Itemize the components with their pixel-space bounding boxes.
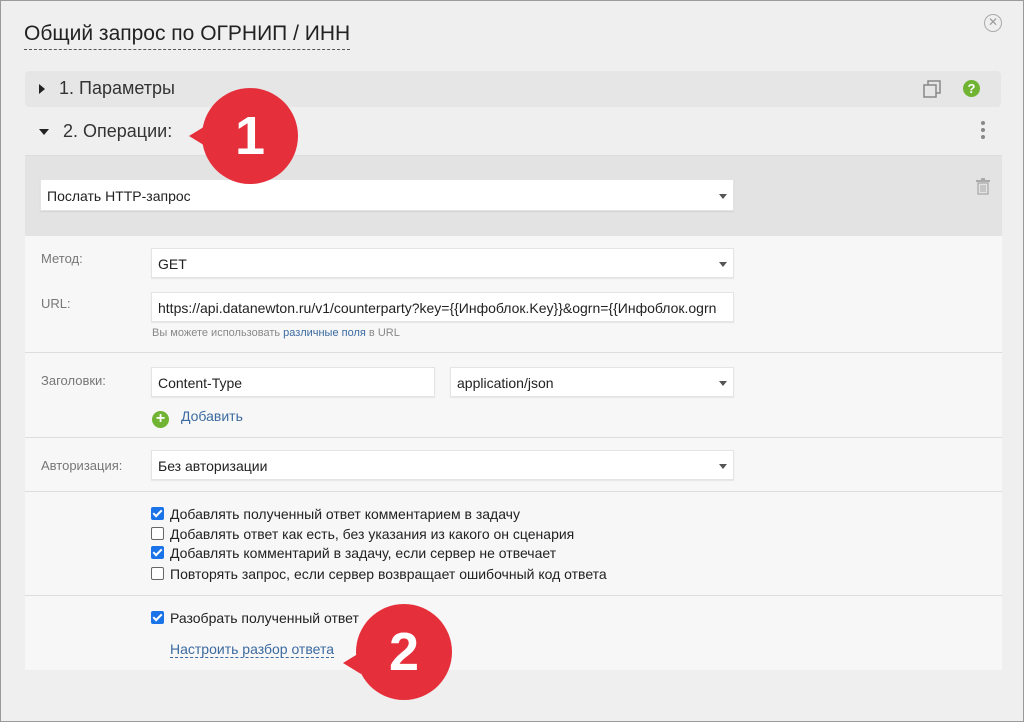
header-name-input[interactable]: Content-Type: [151, 367, 435, 397]
section-params-label: 1. Параметры: [59, 78, 175, 98]
checkbox-icon[interactable]: [151, 527, 164, 540]
operation-header: Послать HTTP-запрос: [25, 156, 1002, 236]
option-comment-on-no-response[interactable]: Добавлять комментарий в задачу, если сер…: [151, 545, 556, 561]
section-operations-header[interactable]: 2. Операции:: [39, 121, 172, 142]
add-header-label: Добавить: [181, 408, 243, 424]
parse-response-label: Разобрать полученный ответ: [170, 610, 359, 626]
fields-link[interactable]: различные поля: [283, 327, 366, 339]
option-label: Добавлять полученный ответ комментарием …: [170, 506, 520, 522]
checkbox-checked-icon[interactable]: [151, 507, 164, 520]
caret-down-icon: [39, 129, 49, 136]
copy-icon[interactable]: [923, 80, 941, 98]
option-add-raw-response[interactable]: Добавлять ответ как есть, без указания и…: [151, 526, 574, 542]
help-icon[interactable]: ?: [963, 80, 980, 97]
auth-select[interactable]: Без авторизации: [151, 450, 734, 480]
add-header-button[interactable]: + Добавить: [152, 408, 243, 428]
chevron-down-icon: [719, 194, 727, 199]
chevron-down-icon: [719, 381, 727, 386]
operation-type-value: Послать HTTP-запрос: [47, 188, 191, 204]
option-parse-response[interactable]: Разобрать полученный ответ: [151, 610, 359, 626]
annotation-marker-2: 2: [343, 604, 452, 700]
divider: [25, 491, 1002, 492]
section-params[interactable]: 1. Параметры ?: [25, 71, 1001, 107]
option-label: Добавлять комментарий в задачу, если сер…: [170, 545, 557, 561]
header-value-select[interactable]: application/json: [450, 367, 734, 397]
divider: [25, 595, 1002, 596]
dialog: Общий запрос по ОГРНИП / ИНН ✕ 1. Параме…: [0, 0, 1024, 722]
section-operations[interactable]: 2. Операции:: [25, 113, 1001, 155]
checkbox-icon[interactable]: [151, 567, 164, 580]
trash-icon[interactable]: [975, 178, 991, 195]
checkbox-checked-icon[interactable]: [151, 546, 164, 559]
auth-label: Авторизация:: [41, 458, 123, 473]
url-input[interactable]: https://api.datanewton.ru/v1/counterpart…: [151, 292, 734, 322]
method-select[interactable]: GET: [151, 248, 734, 278]
url-hint: Вы можете использовать различные поля в …: [152, 327, 400, 339]
method-value: GET: [158, 256, 187, 272]
url-hint-prefix: Вы можете использовать: [152, 327, 281, 339]
header-value-value: application/json: [457, 375, 554, 391]
dialog-title[interactable]: Общий запрос по ОГРНИП / ИНН: [24, 21, 351, 50]
section-params-header[interactable]: 1. Параметры: [39, 78, 175, 99]
url-hint-suffix: в URL: [368, 327, 400, 339]
operation-panel: Послать HTTP-запрос Метод: GET URL: http…: [25, 155, 1002, 670]
plus-icon: +: [152, 411, 169, 428]
option-label: Повторять запрос, если сервер возвращает…: [170, 566, 607, 582]
option-retry-on-error[interactable]: Повторять запрос, если сервер возвращает…: [151, 566, 607, 582]
auth-value: Без авторизации: [158, 458, 268, 474]
more-menu-icon[interactable]: [981, 121, 985, 142]
option-add-response-comment[interactable]: Добавлять полученный ответ комментарием …: [151, 506, 520, 522]
operation-type-select[interactable]: Послать HTTP-запрос: [40, 179, 734, 211]
method-label: Метод:: [41, 251, 83, 266]
checkbox-checked-icon[interactable]: [151, 611, 164, 624]
section-operations-label: 2. Операции:: [63, 121, 173, 141]
url-value: https://api.datanewton.ru/v1/counterpart…: [158, 300, 717, 316]
caret-right-icon: [39, 84, 45, 95]
headers-label: Заголовки:: [41, 373, 106, 388]
divider: [25, 437, 1002, 438]
chevron-down-icon: [719, 262, 727, 267]
url-label: URL:: [41, 296, 71, 311]
close-icon[interactable]: ✕: [984, 14, 1002, 32]
annotation-marker-1: 1: [189, 88, 298, 184]
chevron-down-icon: [719, 464, 727, 469]
header-name-value: Content-Type: [158, 375, 243, 391]
divider: [25, 352, 1002, 353]
option-label: Добавлять ответ как есть, без указания и…: [170, 526, 575, 542]
configure-parse-link[interactable]: Настроить разбор ответа: [170, 641, 334, 658]
